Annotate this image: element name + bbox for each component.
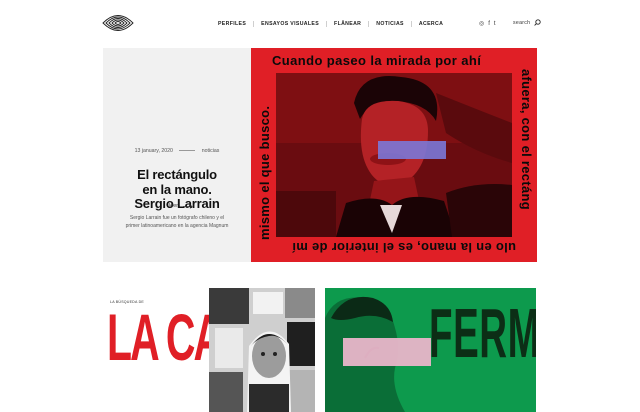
portrait-illustration xyxy=(276,73,512,237)
eye-logo-icon[interactable] xyxy=(102,10,134,36)
read-more-link[interactable]: leer xyxy=(169,203,193,209)
nav-divider xyxy=(410,21,412,27)
site-header: PERFILES ENSAYOS VISUALES FLÂNEAR NOTICI… xyxy=(0,0,640,48)
nav-divider xyxy=(253,21,255,27)
pink-overlay-bar xyxy=(343,338,431,366)
nav-ensayos-visuales[interactable]: ENSAYOS VISUALES xyxy=(261,21,319,27)
quote-band-left: mismo el que busco. xyxy=(257,105,272,240)
post-excerpt: Sergio Larrain fue un fotógrafo chileno … xyxy=(125,215,229,229)
post-card-collage[interactable] xyxy=(209,288,315,412)
quote-band-right: afuera, con el rectáng xyxy=(519,69,534,210)
post-title-line: El rectángulo xyxy=(137,167,217,182)
quote-band-bottom: ulo en la mano, es el interior de mí xyxy=(292,240,516,255)
card-title: FERMÍN xyxy=(429,294,536,372)
card-title: LA CALLE xyxy=(107,300,209,374)
quote-band-top: Cuando paseo la mirada por ahí xyxy=(272,53,482,68)
tumblr-icon[interactable]: t xyxy=(494,19,496,29)
post-category[interactable]: noticias xyxy=(202,148,220,154)
search-icon xyxy=(534,19,542,26)
nav-perfiles[interactable]: PERFILES xyxy=(218,21,246,27)
nav-divider xyxy=(368,21,370,27)
post-title-line: en la mano. xyxy=(142,181,212,197)
collage-image xyxy=(209,288,315,412)
featured-image[interactable]: Cuando paseo la mirada por ahí afuera, c… xyxy=(251,48,537,262)
social-links: ◎ f t xyxy=(479,19,496,29)
nav-divider xyxy=(326,21,328,27)
nav-flanear[interactable]: FLÂNEAR xyxy=(334,21,361,27)
nav-acerca[interactable]: ACERCA xyxy=(419,21,443,27)
featured-post-panel: 13 january, 2020 noticias El rectángulo … xyxy=(103,48,251,262)
meta-divider xyxy=(179,150,196,152)
instagram-icon[interactable]: ◎ xyxy=(479,19,484,29)
search-label: search xyxy=(513,19,531,26)
main-nav: PERFILES ENSAYOS VISUALES FLÂNEAR NOTICI… xyxy=(218,19,443,29)
post-card-la-calle[interactable]: LA BÚSQUEDA DE LA CALLE xyxy=(103,288,209,412)
post-meta: 13 january, 2020 noticias xyxy=(103,148,251,154)
portrait-photo xyxy=(276,73,512,237)
search-trigger[interactable]: search xyxy=(513,19,542,26)
post-date: 13 january, 2020 xyxy=(134,148,173,154)
nav-noticias[interactable]: NOTICIAS xyxy=(376,21,404,27)
facebook-icon[interactable]: f xyxy=(488,19,490,29)
post-card-fermin[interactable]: FERMÍN xyxy=(325,288,536,412)
arrow-right-icon xyxy=(183,203,193,209)
read-more-label: leer xyxy=(169,203,178,209)
